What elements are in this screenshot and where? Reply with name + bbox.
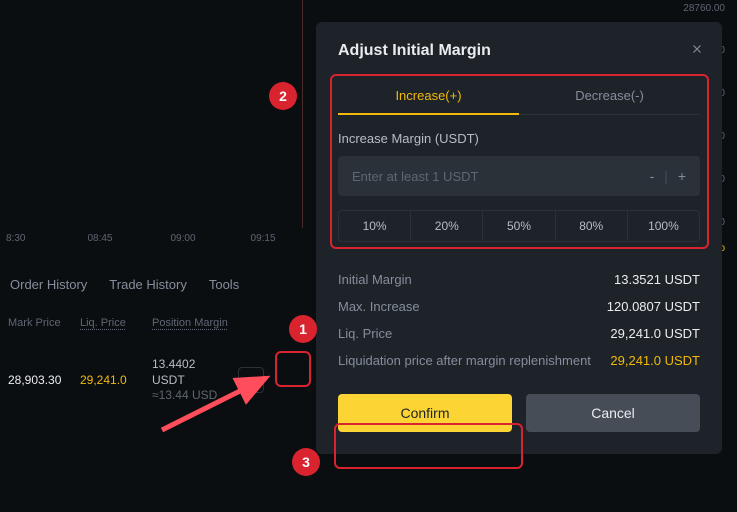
cancel-button[interactable]: Cancel	[526, 394, 700, 432]
highlight-3-badge: 3	[292, 448, 320, 476]
pct-10[interactable]: 10%	[339, 211, 410, 241]
pct-80[interactable]: 80%	[555, 211, 627, 241]
row-initial-margin: Initial Margin 13.3521 USDT	[338, 266, 700, 293]
chart-price-tick: 28760.00	[683, 3, 725, 14]
label-liq-after: Liquidation price after margin replenish…	[338, 353, 591, 368]
value-max-increase: 120.0807 USDT	[607, 299, 700, 314]
col-mark-price: Mark Price	[0, 317, 72, 329]
chart-current-time-line	[302, 0, 303, 228]
margin-input-label: Increase Margin (USDT)	[338, 131, 700, 146]
col-position-margin: Position Margin	[144, 317, 244, 329]
label-initial-margin: Initial Margin	[338, 272, 412, 287]
time-tick: 09:00	[171, 233, 196, 244]
time-tick: 09:15	[251, 233, 276, 244]
stepper-plus[interactable]: +	[678, 168, 688, 184]
time-tick: 8:30	[6, 233, 25, 244]
time-tick: 08:45	[87, 233, 112, 244]
tab-order-history[interactable]: Order History	[10, 277, 87, 292]
pct-20[interactable]: 20%	[410, 211, 482, 241]
modal-button-row: Confirm Cancel	[338, 394, 700, 432]
label-liq-price: Liq. Price	[338, 326, 392, 341]
pct-100[interactable]: 100%	[627, 211, 699, 241]
label-max-increase: Max. Increase	[338, 299, 420, 314]
pct-50[interactable]: 50%	[482, 211, 554, 241]
margin-usdt: 13.4402 USDT	[152, 357, 226, 388]
value-liq-after: 29,241.0 USDT	[610, 353, 700, 368]
margin-input[interactable]: Enter at least 1 USDT - | +	[338, 156, 700, 196]
value-initial-margin: 13.3521 USDT	[614, 272, 700, 287]
position-tabs: Order History Trade History Tools	[10, 277, 239, 292]
position-margin-value: 13.4402 USDT ≈13.44 USD	[144, 357, 234, 404]
tab-increase[interactable]: Increase(+)	[338, 80, 519, 115]
row-liq-after: Liquidation price after margin replenish…	[338, 347, 700, 374]
modal-title: Adjust Initial Margin	[338, 42, 700, 60]
percent-preset-row: 10% 20% 50% 80% 100%	[338, 210, 700, 242]
confirm-button[interactable]: Confirm	[338, 394, 512, 432]
margin-usd: ≈13.44 USD	[152, 388, 226, 404]
stepper-divider: |	[664, 168, 670, 184]
liq-price-value: 29,241.0	[72, 373, 144, 387]
adjust-margin-modal: Adjust Initial Margin Increase(+) Decrea…	[316, 22, 722, 454]
chart-time-axis: 8:30 08:45 09:00 09:15	[0, 233, 310, 244]
col-liq-price: Liq. Price	[72, 317, 144, 329]
pencil-icon	[247, 374, 255, 387]
edit-margin-button[interactable]	[238, 367, 264, 393]
margin-direction-tabs: Increase(+) Decrease(-)	[338, 80, 700, 115]
margin-input-placeholder: Enter at least 1 USDT	[352, 169, 478, 184]
stepper-minus[interactable]: -	[650, 168, 657, 184]
mark-price-value: 28,903.30	[0, 373, 72, 387]
highlight-1-rect	[275, 351, 311, 387]
position-row: 28,903.30 29,241.0 13.4402 USDT ≈13.44 U…	[0, 357, 264, 404]
row-max-increase: Max. Increase 120.0807 USDT	[338, 293, 700, 320]
position-table-header: Mark Price Liq. Price Position Margin	[0, 317, 244, 329]
close-button[interactable]	[690, 40, 704, 61]
tab-trade-history[interactable]: Trade History	[109, 277, 187, 292]
highlight-1-badge: 1	[289, 315, 317, 343]
close-icon	[690, 42, 704, 56]
value-liq-price: 29,241.0 USDT	[610, 326, 700, 341]
tab-tools[interactable]: Tools	[209, 277, 239, 292]
quantity-stepper: - | +	[650, 168, 688, 184]
tab-decrease[interactable]: Decrease(-)	[519, 80, 700, 114]
row-liq-price: Liq. Price 29,241.0 USDT	[338, 320, 700, 347]
